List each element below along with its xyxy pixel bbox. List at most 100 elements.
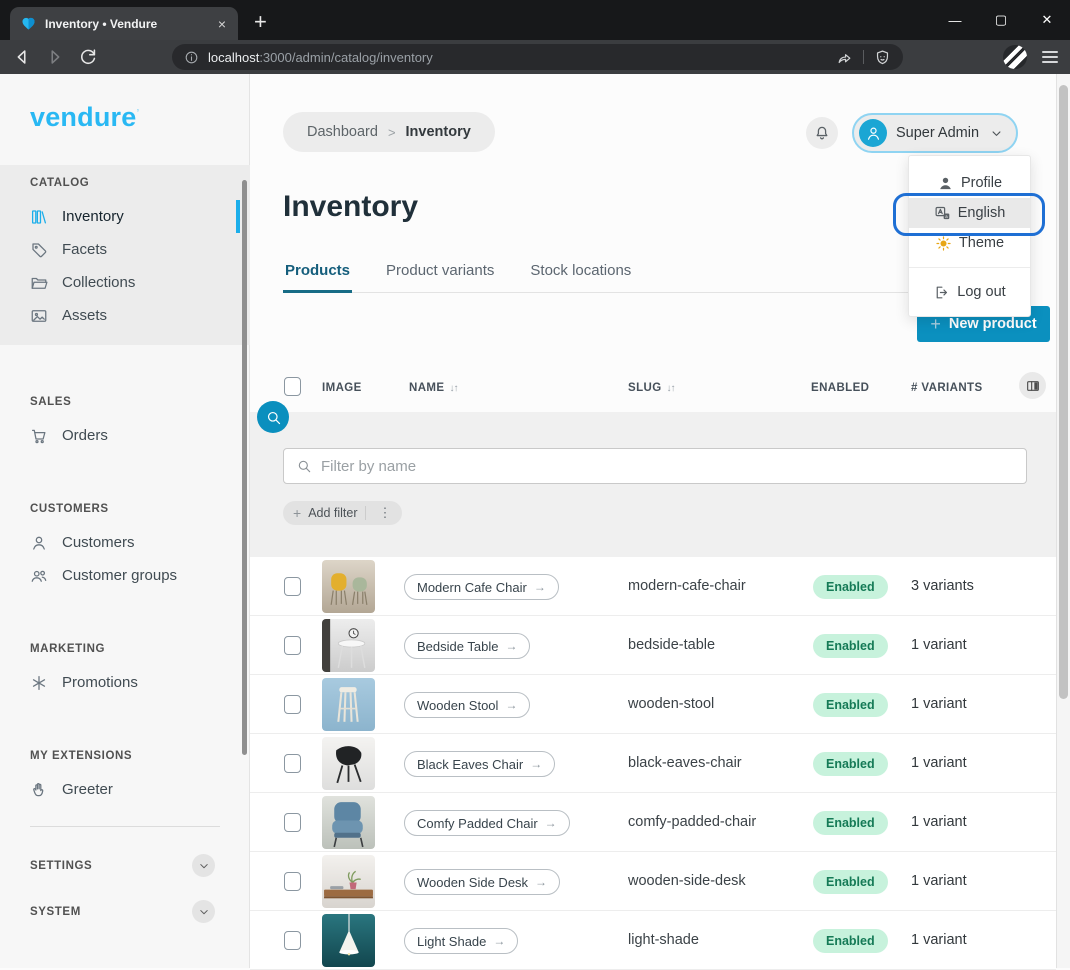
sort-icon[interactable]: ↓↑ [449, 383, 457, 394]
product-name-link[interactable]: Wooden Side Desk→ [404, 869, 560, 895]
browser-menu-icon[interactable] [1042, 48, 1058, 66]
product-thumbnail[interactable] [322, 914, 375, 967]
new-tab-button[interactable]: + [254, 8, 267, 36]
product-name-link[interactable]: Light Shade→ [404, 928, 518, 954]
product-name-link[interactable]: Black Eaves Chair→ [404, 751, 555, 777]
product-name-link[interactable]: Wooden Stool→ [404, 692, 530, 718]
variant-count: 1 variant [911, 637, 967, 653]
sidebar-nav: CATALOG Inventory Facets CollectionsAssets S… [0, 165, 250, 806]
sidebar-item-customer-groups[interactable]: Customer groups [0, 559, 250, 592]
sidebar-item-facets[interactable]: Facets [0, 233, 250, 266]
nav-group-my-extensions: MY EXTENSIONSGreeter [0, 747, 250, 806]
chevron-down-icon [989, 126, 1004, 141]
add-filter-button[interactable]: + Add filter ⋮ [283, 501, 402, 525]
sidebar-item-customers[interactable]: Customers [0, 526, 250, 559]
row-checkbox[interactable] [284, 636, 301, 655]
minimize-button[interactable]: — [932, 13, 978, 28]
expand-button[interactable] [192, 900, 215, 923]
sidebar-item-promotions[interactable]: Promotions [0, 666, 250, 699]
menu-item-english[interactable]: aEnglish [909, 198, 1030, 228]
page-scrollbar-thumb[interactable] [1059, 85, 1068, 699]
product-name-link[interactable]: Modern Cafe Chair→ [404, 574, 559, 600]
kebab-menu-icon[interactable]: ⋮ [373, 505, 398, 521]
search-toggle-button[interactable] [257, 401, 289, 433]
column-header-name[interactable]: NAME↓↑ [409, 382, 457, 394]
breadcrumb-dashboard[interactable]: Dashboard [307, 124, 378, 140]
nav-group-label: CATALOG [0, 174, 250, 192]
reload-button-icon[interactable] [77, 46, 99, 68]
row-checkbox[interactable] [284, 577, 301, 596]
share-icon[interactable] [836, 49, 853, 66]
sidebar-item-collections[interactable]: Collections [0, 266, 250, 299]
nav-group-sales: SALESOrders [0, 393, 250, 452]
divider [863, 50, 864, 64]
sidebar-item-greeter[interactable]: Greeter [0, 773, 250, 806]
status-badge: Enabled [813, 634, 888, 658]
product-thumbnail[interactable] [322, 678, 375, 731]
row-checkbox[interactable] [284, 754, 301, 773]
notifications-button[interactable] [806, 117, 838, 149]
arrow-right-icon: → [534, 580, 546, 594]
tab-product-variants[interactable]: Product variants [384, 262, 496, 293]
product-thumbnail[interactable] [322, 796, 375, 849]
page-title: Inventory [283, 190, 418, 224]
browser-tab[interactable]: Inventory • Vendure × [10, 7, 238, 40]
menu-item-log-out[interactable]: Log out [909, 277, 1030, 307]
table-header: IMAGENAME↓↑SLUG↓↑ENABLED# VARIANTS [250, 372, 1056, 412]
close-button[interactable]: ✕ [1024, 12, 1070, 28]
row-checkbox[interactable] [284, 695, 301, 714]
sidebar-item-orders[interactable]: Orders [0, 419, 250, 452]
sidebar-item-label: Customer groups [62, 567, 177, 584]
product-thumbnail[interactable] [322, 855, 375, 908]
expand-button[interactable] [192, 854, 215, 877]
sidebar-scrollbar-thumb[interactable] [242, 180, 247, 755]
menu-item-theme[interactable]: Theme [909, 228, 1030, 258]
forward-button-icon[interactable] [44, 46, 66, 68]
tab-products[interactable]: Products [283, 262, 352, 293]
variant-count: 3 variants [911, 578, 974, 594]
back-button-icon[interactable] [11, 46, 33, 68]
page-scrollbar[interactable] [1056, 74, 1070, 968]
status-badge: Enabled [813, 870, 888, 894]
product-name-link[interactable]: Comfy Padded Chair→ [404, 810, 570, 836]
sidebar-item-assets[interactable]: Assets [0, 299, 250, 332]
brave-shield-icon[interactable] [874, 49, 891, 66]
product-thumbnail[interactable] [322, 619, 375, 672]
variant-count: 1 variant [911, 873, 967, 889]
browser-profile-avatar[interactable] [1003, 45, 1027, 69]
maximize-button[interactable]: ▢ [978, 12, 1024, 28]
site-info-icon[interactable] [184, 50, 199, 65]
sidebar-group-system[interactable]: SYSTEM [0, 895, 250, 928]
sort-icon[interactable]: ↓↑ [667, 383, 675, 394]
row-checkbox[interactable] [284, 872, 301, 891]
url-path: :3000/admin/catalog/inventory [259, 50, 432, 65]
product-table-body: Modern Cafe Chair→modern-cafe-chairEnabl… [250, 557, 1056, 970]
sidebar-item-label: Greeter [62, 781, 113, 798]
column-header-slug[interactable]: SLUG↓↑ [628, 382, 675, 394]
product-thumbnail[interactable] [322, 560, 375, 613]
user-name: Super Admin [896, 125, 980, 141]
sidebar-group-settings[interactable]: SETTINGS [0, 849, 250, 882]
tab-stock-locations[interactable]: Stock locations [528, 262, 633, 293]
user-dropdown-menu: ProfileaEnglishTheme Log out [908, 155, 1031, 317]
tab-close-icon[interactable]: × [216, 16, 228, 32]
menu-item-profile[interactable]: Profile [909, 168, 1030, 198]
select-all-checkbox[interactable] [284, 377, 301, 396]
arrow-right-icon: → [505, 639, 517, 653]
arrow-right-icon: → [493, 934, 505, 948]
url-host: localhost [208, 50, 259, 65]
status-badge: Enabled [813, 575, 888, 599]
url-bar[interactable]: localhost:3000/admin/catalog/inventory [172, 44, 903, 70]
product-name-link[interactable]: Bedside Table→ [404, 633, 530, 659]
filter-input-wrap [283, 448, 1027, 484]
column-picker-button[interactable] [1019, 372, 1046, 399]
product-slug: wooden-stool [628, 696, 714, 712]
row-checkbox[interactable] [284, 813, 301, 832]
filter-by-name-input[interactable] [321, 458, 1014, 475]
sidebar-item-inventory[interactable]: Inventory [0, 200, 250, 233]
menu-divider [909, 267, 1030, 268]
sidebar-item-label: Facets [62, 241, 107, 258]
user-menu-button[interactable]: Super Admin [852, 113, 1018, 153]
product-thumbnail[interactable] [322, 737, 375, 790]
row-checkbox[interactable] [284, 931, 301, 950]
